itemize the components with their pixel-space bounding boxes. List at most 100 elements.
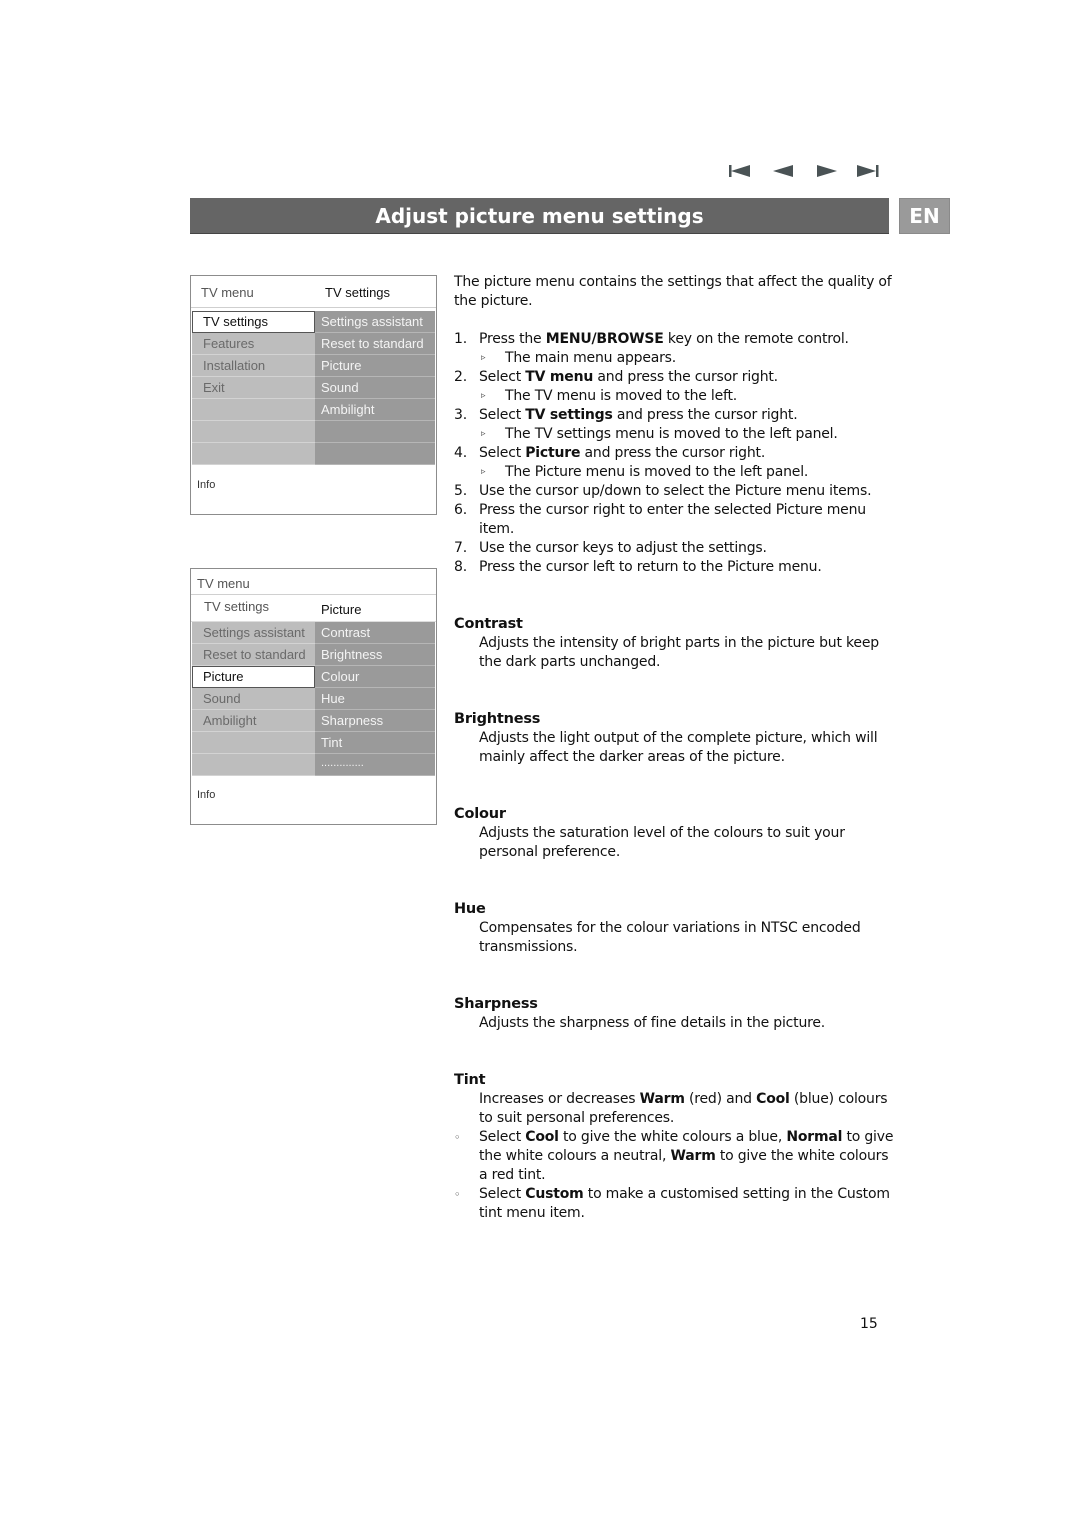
bullet-item: ◦ Select Cool to give the white colours … [454,1128,894,1185]
menu-item-empty [192,421,315,443]
section-title: Brightness [454,711,541,727]
step-text: Press the cursor right to enter the sele… [479,502,866,537]
section-title: Tint [454,1072,486,1088]
keyword-cool: Cool [756,1091,790,1107]
menu-item-tv-settings[interactable]: TV settings [192,311,315,333]
step-text: key on the remote control. [663,331,849,347]
submenu-item-hue[interactable]: Hue [315,688,435,710]
section-body: Increases or decreases Warm (red) and Co… [454,1090,894,1128]
step-number: 8. [454,559,467,575]
step-key: MENU/BROWSE [545,331,664,347]
step-text: and press the cursor right. [612,407,798,423]
menu-row [192,421,435,443]
step-result-text: The main menu appears. [505,350,677,366]
menu-item-picture[interactable]: Picture [192,666,315,688]
submenu-item-picture[interactable]: Picture [315,355,435,377]
keyword-warm: Warm [670,1148,716,1164]
first-page-icon[interactable] [728,162,752,180]
page-title-bar: Adjust picture menu settings [190,198,889,234]
keyword-warm: Warm [639,1091,685,1107]
section-contrast: Contrast Adjusts the intensity of bright… [454,615,894,672]
bullet-item: ◦ Select Custom to make a customised set… [454,1185,894,1223]
menu-item-settings-assistant[interactable]: Settings assistant [192,622,315,644]
submenu-item-brightness[interactable]: Brightness [315,644,435,666]
menu-row: Sound Hue [192,688,435,710]
page-navigation [728,162,884,180]
step-item: 5. Use the cursor up/down to select the … [454,482,894,501]
submenu-item-colour[interactable]: Colour [315,666,435,688]
section-body: Adjusts the intensity of bright parts in… [479,635,879,670]
section-sharpness: Sharpness Adjusts the sharpness of fine … [454,995,894,1033]
step-result: ▹ The TV settings menu is moved to the l… [454,425,894,444]
step-item: 2. Select TV menu and press the cursor r… [454,368,894,387]
step-item: 8. Press the cursor left to return to th… [454,558,894,577]
previous-page-icon[interactable] [772,162,796,180]
menu-item-features[interactable]: Features [192,333,315,355]
menu-header-top: TV menu [191,569,436,595]
submenu-item-tint[interactable]: Tint [315,732,435,754]
step-number: 5. [454,483,467,499]
next-page-icon[interactable] [814,162,838,180]
text: Select [479,1129,526,1145]
steps-list: 1. Press the MENU/BROWSE key on the remo… [454,330,894,577]
tv-menu-screenshot-2: TV menu TV settings Picture Settings ass… [190,568,437,825]
menu-row: Installation Picture [192,355,435,377]
step-text: Press the cursor left to return to the P… [479,559,822,575]
menu-item-reset-to-standard[interactable]: Reset to standard [192,644,315,666]
keyword-normal: Normal [786,1129,843,1145]
result-marker-icon: ▹ [481,391,486,401]
menu-rows: TV settings Settings assistant Features … [192,311,435,465]
step-key: Picture [525,445,581,461]
section-hue: Hue Compensates for the colour variation… [454,900,894,957]
step-text: Select [479,369,526,385]
page-number: 15 [860,1316,878,1332]
menu-header-right: TV settings [325,285,391,300]
menu-row: Picture Colour [192,666,435,688]
submenu-item-ambilight[interactable]: Ambilight [315,399,435,421]
text: (red) and [684,1091,757,1107]
step-result-text: The TV settings menu is moved to the lef… [505,426,838,442]
step-result: ▹ The Picture menu is moved to the left … [454,463,894,482]
section-title: Sharpness [454,996,538,1012]
step-number: 6. [454,502,467,518]
menu-row: Tint [192,732,435,754]
step-item: 3. Select TV settings and press the curs… [454,406,894,425]
step-text: and press the cursor right. [593,369,778,385]
instructions: The picture menu contains the settings t… [454,273,894,1223]
menu-info-label: Info [197,479,216,491]
menu-item-ambilight[interactable]: Ambilight [192,710,315,732]
menu-item-sound[interactable]: Sound [192,688,315,710]
step-item: 4. Select Picture and press the cursor r… [454,444,894,463]
language-badge: EN [899,198,950,234]
menu-row: Ambilight [192,399,435,421]
section-title: Hue [454,901,486,917]
submenu-item-reset-to-standard[interactable]: Reset to standard [315,333,435,355]
menu-item-empty [192,399,315,421]
step-result-text: The Picture menu is moved to the left pa… [505,464,809,480]
result-marker-icon: ▹ [481,429,486,439]
last-page-icon[interactable] [856,162,880,180]
step-result-text: The TV menu is moved to the left. [505,388,738,404]
menu-item-empty [192,754,315,776]
menu-row [192,443,435,465]
step-item: 6. Press the cursor right to enter the s… [454,501,894,539]
step-key: TV menu [525,369,594,385]
step-text: Select [479,407,526,423]
submenu-item-sharpness[interactable]: Sharpness [315,710,435,732]
keyword-cool: Cool [525,1129,559,1145]
step-number: 1. [454,331,467,347]
section-colour: Colour Adjusts the saturation level of t… [454,805,894,862]
submenu-item-sound[interactable]: Sound [315,377,435,399]
step-text: Use the cursor up/down to select the Pic… [479,483,872,499]
result-marker-icon: ▹ [481,467,486,477]
step-number: 3. [454,407,467,423]
menu-info-label: Info [197,789,216,801]
tv-menu-screenshot-1: TV menu TV settings TV settings Settings… [190,275,437,515]
menu-item-empty [192,732,315,754]
menu-header-left: TV settings [204,599,270,614]
menu-item-installation[interactable]: Installation [192,355,315,377]
submenu-item-settings-assistant[interactable]: Settings assistant [315,311,435,333]
submenu-item-contrast[interactable]: Contrast [315,622,435,644]
section-body: Adjusts the light output of the complete… [479,730,878,765]
menu-item-exit[interactable]: Exit [192,377,315,399]
